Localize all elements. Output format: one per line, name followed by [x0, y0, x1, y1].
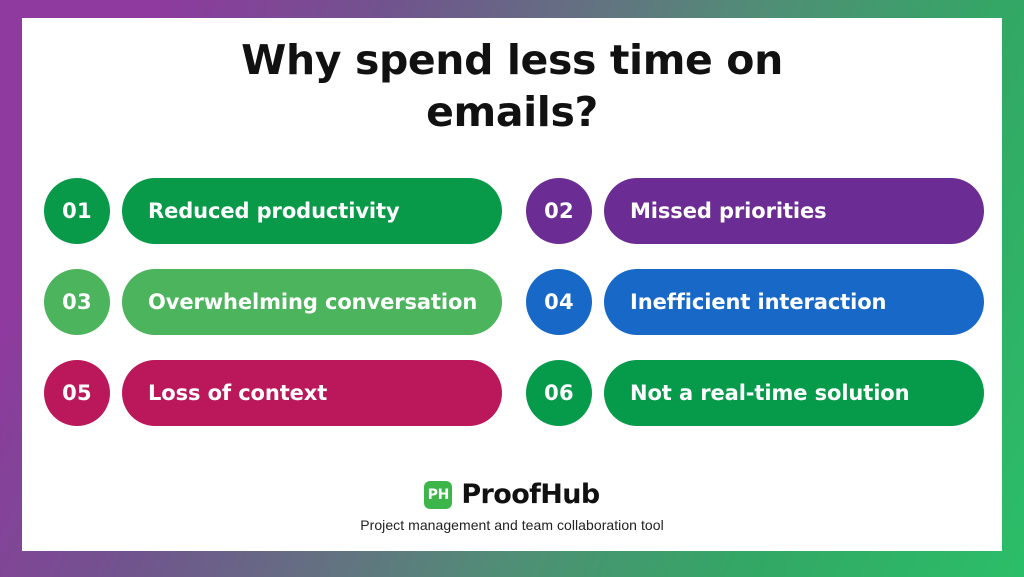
item-number-badge: 04	[526, 269, 592, 335]
item-number-badge: 02	[526, 178, 592, 244]
item-number-badge: 06	[526, 360, 592, 426]
item-label-pill[interactable]: Overwhelming conversation	[122, 269, 502, 335]
item-label-pill[interactable]: Loss of context	[122, 360, 502, 426]
list-item[interactable]: 03 Overwhelming conversation	[44, 269, 502, 335]
item-label-pill[interactable]: Not a real-time solution	[604, 360, 984, 426]
infographic-canvas: Why spend less time on emails? 01 Reduce…	[22, 18, 1002, 551]
brand-logo[interactable]: PH ProofHub	[22, 479, 1002, 510]
list-item[interactable]: 04 Inefficient interaction	[526, 269, 984, 335]
list-item[interactable]: 02 Missed priorities	[526, 178, 984, 244]
item-label-pill[interactable]: Inefficient interaction	[604, 269, 984, 335]
brand-name: ProofHub	[461, 479, 600, 510]
gradient-frame: Why spend less time on emails? 01 Reduce…	[0, 0, 1024, 577]
list-item[interactable]: 01 Reduced productivity	[44, 178, 502, 244]
item-number-badge: 05	[44, 360, 110, 426]
brand-tagline: Project management and team collaboratio…	[360, 517, 664, 533]
item-label-pill[interactable]: Missed priorities	[604, 178, 984, 244]
item-number-badge: 01	[44, 178, 110, 244]
reasons-grid: 01 Reduced productivity 02 Missed priori…	[44, 178, 984, 426]
page-title-line-2: emails?	[426, 88, 598, 137]
page-title-line-1: Why spend less time on	[241, 36, 783, 84]
page-title: Why spend less time on emails?	[22, 34, 1002, 139]
list-item[interactable]: 06 Not a real-time solution	[526, 360, 984, 426]
proofhub-logo-icon: PH	[424, 480, 453, 509]
list-item[interactable]: 05 Loss of context	[44, 360, 502, 426]
footer: PH ProofHub Project management and team …	[22, 479, 1002, 533]
item-label-pill[interactable]: Reduced productivity	[122, 178, 502, 244]
item-number-badge: 03	[44, 269, 110, 335]
